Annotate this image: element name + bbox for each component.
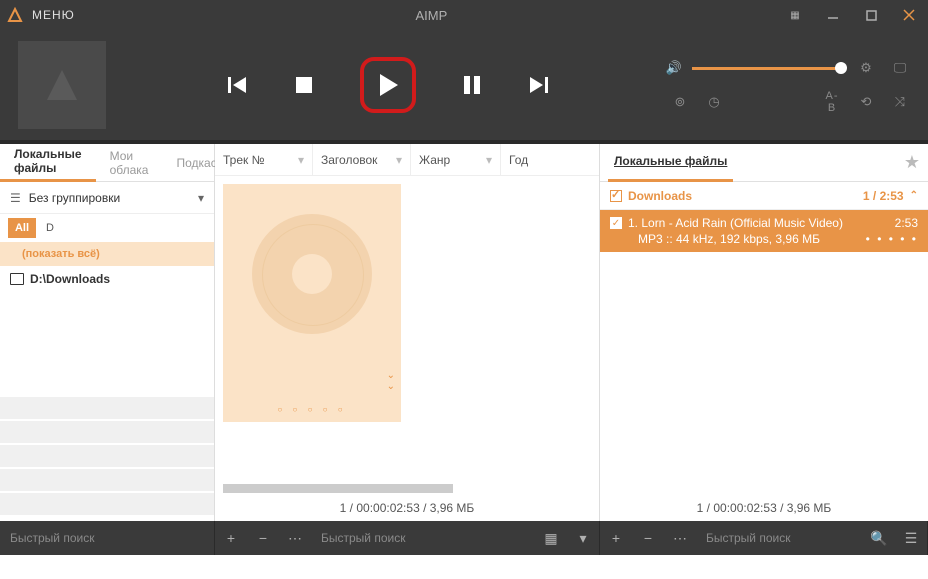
track-info: MP3 :: 44 kHz, 192 kbps, 3,96 МБ xyxy=(638,232,820,246)
album-grid: ⌄⌄ ○ ○ ○ ○ ○ xyxy=(215,176,599,481)
menu-button[interactable]: МЕНЮ xyxy=(30,8,87,22)
broadcast-icon[interactable]: ⊚ xyxy=(670,94,690,110)
folder-item[interactable]: D:\Downloads xyxy=(0,266,214,292)
chevron-down-icon: ▾ xyxy=(198,191,204,205)
playback-controls xyxy=(126,57,650,113)
filter-icon[interactable]: ▾ xyxy=(486,153,492,167)
clock-icon[interactable]: ◷ xyxy=(704,94,724,110)
next-button[interactable] xyxy=(528,74,550,96)
favorite-icon[interactable]: ★ xyxy=(904,152,920,173)
view-grid-button[interactable]: ▦ xyxy=(535,521,567,555)
playlist-remove-button[interactable]: − xyxy=(632,521,664,555)
filter-d[interactable]: D xyxy=(36,218,64,238)
source-tabs: Локальные файлы Мои облака Подкасты xyxy=(0,144,214,182)
track-checkbox[interactable]: ✓ xyxy=(610,217,622,229)
equalizer-icon[interactable]: ⚙ xyxy=(856,60,876,76)
play-button[interactable] xyxy=(375,72,401,98)
show-all-link[interactable]: (показать всё) xyxy=(0,242,214,266)
window-buttons: ▦ xyxy=(776,0,928,30)
search-left[interactable]: Быстрый поиск xyxy=(0,531,214,545)
column-headers: Трек №▾ Заголовок▾ Жанр▾ Год xyxy=(215,144,599,176)
layout-grid-button[interactable]: ▦ xyxy=(776,0,814,30)
track-rating: • • • • • xyxy=(866,232,918,246)
h-scrollbar[interactable] xyxy=(215,481,599,495)
display-icon[interactable]: 🖵 xyxy=(890,60,910,76)
playlist-name: Downloads xyxy=(628,189,692,203)
remove-button[interactable]: − xyxy=(247,521,279,555)
search-mid[interactable]: Быстрый поиск xyxy=(311,531,535,545)
right-pane: Локальные файлы ★ Downloads 1 / 2:53 ⌃ ✓… xyxy=(600,144,928,521)
alpha-filter: All D xyxy=(0,214,214,242)
minimize-button[interactable] xyxy=(814,0,852,30)
empty-rows xyxy=(0,292,214,521)
player-panel: 🔊 ⚙ 🖵 ⊚ ◷ A-B ⟲ ⤨ xyxy=(0,30,928,140)
right-controls: 🔊 ⚙ 🖵 ⊚ ◷ A-B ⟲ ⤨ xyxy=(650,56,910,114)
close-button[interactable] xyxy=(890,0,928,30)
menu-icon[interactable]: ☰ xyxy=(895,521,927,555)
expand-icon[interactable]: ⌄⌄ xyxy=(387,370,395,392)
checkbox-icon[interactable] xyxy=(610,190,622,202)
folder-icon xyxy=(10,273,24,285)
volume-control[interactable]: 🔊 xyxy=(664,60,842,76)
hamburger-icon: ☰ xyxy=(10,191,21,205)
more-button[interactable]: ⋯ xyxy=(279,521,311,555)
disc-icon xyxy=(252,214,372,334)
grouping-label: Без группировки xyxy=(29,191,190,205)
window-title: AIMP xyxy=(87,8,776,23)
track-duration: 2:53 xyxy=(895,216,918,230)
view-menu-button[interactable]: ▾ xyxy=(567,521,599,555)
filter-icon[interactable]: ▾ xyxy=(396,153,402,167)
filter-icon[interactable]: ▾ xyxy=(298,153,304,167)
track-title: 1. Lorn - Acid Rain (Official Music Vide… xyxy=(628,216,843,230)
track-row[interactable]: ✓ 1. Lorn - Acid Rain (Official Music Vi… xyxy=(600,210,928,252)
play-button-highlight xyxy=(360,57,416,113)
left-pane: Локальные файлы Мои облака Подкасты ☰ Бе… xyxy=(0,144,215,521)
tab-local-files[interactable]: Локальные файлы xyxy=(0,144,96,182)
playlist-more-button[interactable]: ⋯ xyxy=(664,521,696,555)
mid-status: 1 / 00:00:02:53 / 3,96 МБ xyxy=(215,495,599,521)
shuffle-icon[interactable]: ⤨ xyxy=(890,94,910,110)
right-status: 1 / 00:00:02:53 / 3,96 МБ xyxy=(600,495,928,521)
search-right[interactable]: Быстрый поиск xyxy=(696,531,863,545)
app-logo-icon xyxy=(0,0,30,30)
seek-bar[interactable] xyxy=(0,140,928,144)
tab-clouds[interactable]: Мои облака xyxy=(96,144,163,182)
pause-button[interactable] xyxy=(462,74,482,96)
col-track[interactable]: Трек №▾ xyxy=(215,144,313,176)
search-icon[interactable]: 🔍 xyxy=(863,521,895,555)
filter-all[interactable]: All xyxy=(8,218,36,238)
mid-pane: Трек №▾ Заголовок▾ Жанр▾ Год ⌄⌄ ○ ○ ○ ○ … xyxy=(215,144,600,521)
playlist-add-button[interactable]: + xyxy=(600,521,632,555)
stop-button[interactable] xyxy=(294,75,314,95)
repeat-icon[interactable]: ⟲ xyxy=(856,94,876,110)
playlist-header[interactable]: Downloads 1 / 2:53 ⌃ xyxy=(600,182,928,210)
main-body: Локальные файлы Мои облака Подкасты ☰ Бе… xyxy=(0,144,928,521)
album-card[interactable]: ⌄⌄ ○ ○ ○ ○ ○ xyxy=(223,184,401,422)
rating-dots: ○ ○ ○ ○ ○ xyxy=(223,405,401,414)
col-year[interactable]: Год xyxy=(501,144,599,176)
grouping-selector[interactable]: ☰ Без группировки ▾ xyxy=(0,182,214,214)
volume-slider[interactable] xyxy=(692,67,842,70)
title-bar: МЕНЮ AIMP ▦ xyxy=(0,0,928,30)
col-title[interactable]: Заголовок▾ xyxy=(313,144,411,176)
collapse-icon[interactable]: ⌃ xyxy=(910,190,918,201)
folder-label: D:\Downloads xyxy=(30,272,110,286)
playlist-count: 1 / 2:53 xyxy=(863,189,904,203)
bottom-bar: Быстрый поиск + − ⋯ Быстрый поиск ▦ ▾ + … xyxy=(0,521,928,555)
ab-repeat-button[interactable]: A-B xyxy=(822,90,842,114)
playlist-tabs: Локальные файлы ★ xyxy=(600,144,928,182)
volume-icon: 🔊 xyxy=(664,60,684,76)
album-art[interactable] xyxy=(18,41,106,129)
col-genre[interactable]: Жанр▾ xyxy=(411,144,501,176)
add-button[interactable]: + xyxy=(215,521,247,555)
maximize-button[interactable] xyxy=(852,0,890,30)
previous-button[interactable] xyxy=(226,74,248,96)
playlist-tab-local[interactable]: Локальные файлы xyxy=(608,144,733,182)
